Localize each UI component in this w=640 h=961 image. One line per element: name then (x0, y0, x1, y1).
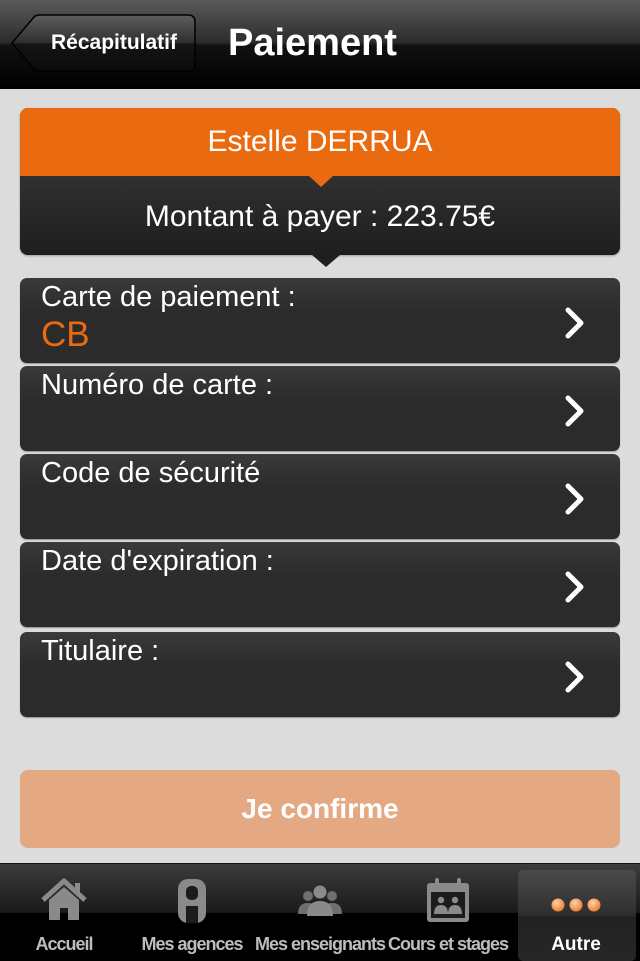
row-label: Carte de paiement : (41, 281, 296, 313)
chevron-right-icon (565, 571, 584, 603)
row-label: Titulaire : (41, 635, 160, 667)
tab-accueil[interactable]: Accueil (0, 864, 128, 961)
card-number-row[interactable]: Numéro de carte : (20, 366, 620, 451)
agency-icon (178, 879, 206, 923)
navigation-bar: Récapitulatif Paiement (0, 0, 640, 89)
tab-label: Cours et stages (387, 934, 509, 954)
back-button[interactable]: Récapitulatif (10, 14, 196, 72)
chevron-right-icon (565, 395, 584, 427)
tab-mes-enseignants[interactable]: Mes enseignants (255, 864, 386, 961)
amount-due: Montant à payer : 223.75€ (20, 176, 620, 255)
payment-card-type-row[interactable]: Carte de paiement : CB (20, 278, 620, 363)
row-value: CB (41, 315, 90, 354)
chevron-right-icon (565, 483, 584, 515)
payment-summary-card: Estelle DERRUA Montant à payer : 223.75€ (20, 108, 620, 255)
tab-autre[interactable]: Autre (512, 864, 640, 961)
expiration-date-row[interactable]: Date d'expiration : (20, 542, 620, 627)
back-button-label: Récapitulatif (50, 31, 178, 54)
row-label: Date d'expiration : (41, 545, 274, 577)
tab-bar: Accueil Mes agences Mes enseignants Cour… (0, 863, 640, 961)
card-pointer (312, 255, 340, 267)
row-label: Numéro de carte : (41, 369, 274, 401)
chevron-right-icon (565, 661, 584, 693)
tab-label: Mes agences (141, 934, 243, 954)
tab-label: Accueil (35, 934, 93, 954)
card-notch (309, 176, 333, 187)
chevron-right-icon (565, 307, 584, 339)
tab-label: Mes enseignants (254, 934, 386, 954)
home-icon (41, 878, 87, 920)
page-title: Paiement (228, 22, 397, 64)
cardholder-row[interactable]: Titulaire : (20, 632, 620, 717)
teachers-icon (298, 885, 342, 916)
more-icon (551, 898, 601, 912)
customer-name: Estelle DERRUA (20, 108, 620, 176)
confirm-button[interactable]: Je confirme (20, 770, 620, 848)
tab-cours-et-stages[interactable]: Cours et stages (384, 864, 512, 961)
tab-label: Autre (551, 934, 601, 955)
security-code-row[interactable]: Code de sécurité (20, 454, 620, 539)
calendar-icon (427, 878, 469, 922)
row-label: Code de sécurité (41, 457, 261, 489)
tab-mes-agences[interactable]: Mes agences (128, 864, 256, 961)
